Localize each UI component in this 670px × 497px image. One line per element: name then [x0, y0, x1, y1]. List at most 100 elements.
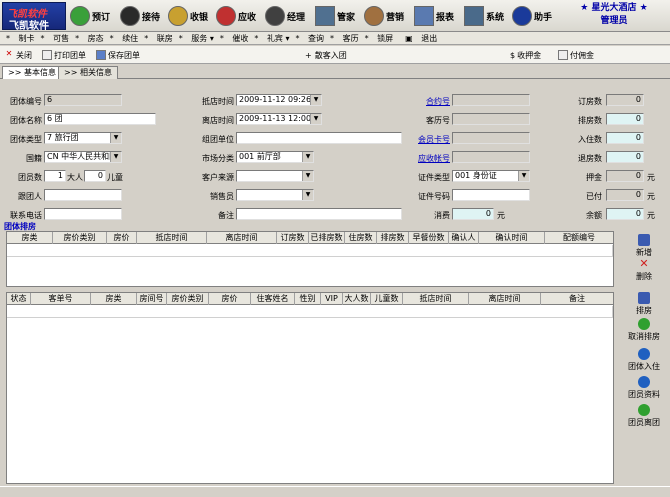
tab-basic-info[interactable]: >> 基本信息 [2, 66, 62, 79]
menu-room-status[interactable]: * 房态 [75, 33, 104, 44]
col-departure[interactable]: 离店时间 [207, 232, 277, 244]
group-name-field[interactable]: 6 团 [44, 113, 156, 125]
group-type-select[interactable]: 7 旅行团 [44, 132, 122, 144]
menu-concierge[interactable]: * 礼宾 ▾ [254, 33, 289, 44]
menu-make-card[interactable]: * 制卡 [6, 33, 35, 44]
menu-extend-stay[interactable]: * 续住 [110, 33, 139, 44]
col-status[interactable]: 状态 [7, 293, 31, 305]
member-leave-button[interactable]: 团员离团 [620, 404, 668, 428]
money-bag-icon [168, 6, 188, 26]
menu-lock-screen[interactable]: * 锁屏 [365, 33, 394, 44]
pay-commission-button[interactable]: 付佣金 [558, 48, 594, 62]
toolbar-receivable-button[interactable]: 应收 [216, 3, 256, 29]
add-allocation-button[interactable]: 新增 [620, 234, 668, 258]
col-vip[interactable]: VIP [321, 293, 343, 305]
menu-service[interactable]: * 服务 ▾ [179, 33, 214, 44]
col-rate-category[interactable]: 房价类别 [53, 232, 107, 244]
close-button[interactable]: ✕ 关闭 [4, 48, 32, 62]
member-info-button[interactable]: 团员资料 [620, 376, 668, 400]
toolbar-manager-button[interactable]: 经理 [265, 3, 305, 29]
toolbar-reception-button[interactable]: 接待 [120, 3, 160, 29]
leader-field[interactable] [44, 189, 122, 201]
org-field[interactable] [236, 132, 402, 144]
toolbar-assistant-button[interactable]: 助手 [512, 3, 552, 29]
col-rate[interactable]: 房价 [209, 293, 251, 305]
col-room-type[interactable]: 房类 [91, 293, 137, 305]
handshake-icon [364, 6, 384, 26]
member-card-link[interactable]: 会员卡号 [418, 134, 450, 145]
col-departure[interactable]: 离店时间 [469, 293, 541, 305]
delete-allocation-button[interactable]: ✕ 删除 [620, 258, 668, 282]
sales-select[interactable] [236, 189, 314, 201]
toolbar-housekeeper-button[interactable]: 管家 [315, 3, 355, 29]
col-breakfast[interactable]: 早餐份数 [409, 232, 449, 244]
source-label: 客户来源 [202, 173, 234, 182]
col-room-no[interactable]: 房间号 [137, 293, 167, 305]
source-select[interactable] [236, 170, 314, 182]
contract-link[interactable]: 合约号 [426, 96, 450, 107]
col-remark[interactable]: 备注 [541, 293, 613, 305]
id-type-select[interactable]: 001 身份证 [452, 170, 530, 182]
market-label: 市场分类 [202, 154, 234, 163]
arranged-label: 排房数 [578, 116, 602, 125]
group-checkin-button[interactable]: 团体入住 [620, 348, 668, 372]
toolbar-system-button[interactable]: 系统 [464, 3, 504, 29]
cancel-arrange-button[interactable]: 取消排房 [620, 318, 668, 342]
menu-collection[interactable]: * 催收 [220, 33, 249, 44]
col-already-arranged[interactable]: 已排房数 [309, 232, 345, 244]
menu-available[interactable]: * 可售 [41, 33, 70, 44]
menu-link-room[interactable]: * 联房 [144, 33, 173, 44]
col-confirm-time[interactable]: 确认时间 [479, 232, 545, 244]
col-folio-no[interactable]: 客单号 [31, 293, 91, 305]
col-arrival[interactable]: 抵店时间 [137, 232, 207, 244]
col-arranged[interactable]: 排房数 [377, 232, 409, 244]
toolbar-marketing-button[interactable]: 营销 [364, 3, 404, 29]
col-booked[interactable]: 订房数 [277, 232, 309, 244]
col-adults[interactable]: 大人数 [343, 293, 371, 305]
phone-field[interactable] [44, 208, 122, 220]
group-type-label: 团体类型 [10, 135, 42, 144]
contract-field[interactable] [452, 94, 530, 106]
nationality-select[interactable]: CN 中华人民共和国 [44, 151, 122, 163]
arrange-room-button[interactable]: 排房 [620, 292, 668, 316]
departure-datetime-picker[interactable]: 2009-11-13 12:00 [236, 113, 322, 125]
adults-count-field[interactable]: 1 [44, 170, 66, 182]
add-walkin-to-group-button[interactable]: + 散客入团 [305, 48, 347, 62]
member-card-field[interactable] [452, 132, 530, 144]
col-rate[interactable]: 房价 [107, 232, 137, 244]
col-arrival[interactable]: 抵店时间 [403, 293, 469, 305]
remark-field[interactable] [236, 208, 402, 220]
col-occupied[interactable]: 住房数 [345, 232, 377, 244]
collect-deposit-button[interactable]: $ 收押金 [510, 48, 541, 62]
col-confirmer[interactable]: 确认人 [449, 232, 479, 244]
room-allocation-grid[interactable]: 房类 房价类别 房价 抵店时间 离店时间 订房数 已排房数 住房数 排房数 早餐… [6, 231, 614, 287]
col-children[interactable]: 儿童数 [371, 293, 403, 305]
checkedout-count: 0 [606, 151, 644, 163]
children-count-field[interactable]: 0 [84, 170, 106, 182]
col-room-type[interactable]: 房类 [7, 232, 53, 244]
id-no-field[interactable] [452, 189, 530, 201]
arrival-datetime-picker[interactable]: 2009-11-12 09:26 [236, 94, 322, 106]
col-quota-no[interactable]: 配额编号 [545, 232, 613, 244]
info-icon [512, 6, 532, 26]
history-field[interactable] [452, 113, 530, 125]
toolbar-cashier-button[interactable]: 收银 [168, 3, 208, 29]
ar-account-field[interactable] [452, 151, 530, 163]
toolbar-reservation-button[interactable]: 预订 [70, 3, 110, 29]
menu-exit[interactable]: ▣ 退出 [399, 33, 437, 44]
print-group-button[interactable]: 打印团单 [42, 48, 86, 62]
consumption-field: 0 [452, 208, 494, 220]
ar-account-link[interactable]: 应收帐号 [418, 153, 450, 164]
save-group-button[interactable]: 保存团单 [96, 48, 140, 62]
col-guest-name[interactable]: 住客姓名 [251, 293, 295, 305]
col-rate-category[interactable]: 房价类别 [167, 293, 209, 305]
tab-related-info[interactable]: >> 相关信息 [58, 66, 118, 79]
guest-list-grid[interactable]: 状态 客单号 房类 房间号 房价类别 房价 住客姓名 性别 VIP 大人数 儿童… [6, 292, 614, 484]
group-no-field[interactable]: 6 [44, 94, 122, 106]
balance-label: 余额 [586, 211, 602, 220]
menu-query[interactable]: * 查询 [296, 33, 325, 44]
menu-guest-history[interactable]: * 客历 [330, 33, 359, 44]
toolbar-report-button[interactable]: 报表 [414, 3, 454, 29]
market-select[interactable]: 001 前厅部 [236, 151, 314, 163]
col-gender[interactable]: 性别 [295, 293, 321, 305]
